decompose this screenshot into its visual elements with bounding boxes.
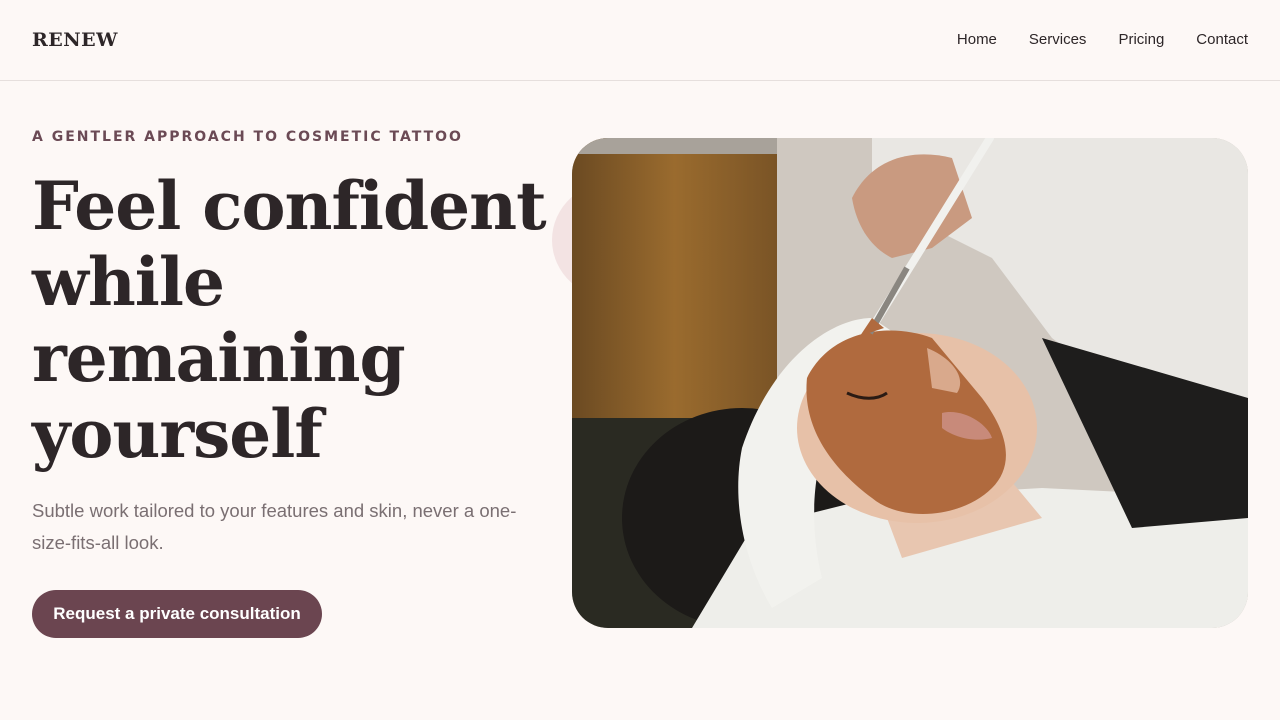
headline-line: Feel confident: [32, 167, 547, 245]
main-nav: Home Services Pricing Contact: [957, 31, 1248, 48]
consultation-button[interactable]: Request a private consultation: [32, 590, 322, 638]
hero-image: [572, 138, 1248, 628]
hero-subtitle: Subtle work tailored to your features an…: [32, 500, 517, 553]
hero-headline: Feel confident while remaining yourself: [32, 168, 552, 472]
nav-link-pricing[interactable]: Pricing: [1118, 31, 1164, 48]
site-header: RENEW Home Services Pricing Contact: [0, 0, 1280, 81]
hero-eyebrow: A GENTLER APPROACH TO COSMETIC TATTOO: [32, 129, 463, 145]
headline-line: yourself: [32, 395, 323, 473]
headline-line: while: [32, 243, 225, 321]
facial-treatment-illustration: [572, 138, 1248, 628]
nav-link-services[interactable]: Services: [1029, 31, 1087, 48]
nav-link-home[interactable]: Home: [957, 31, 997, 48]
headline-line: remaining: [32, 319, 406, 397]
nav-link-contact[interactable]: Contact: [1196, 31, 1248, 48]
logo[interactable]: RENEW: [32, 29, 118, 51]
